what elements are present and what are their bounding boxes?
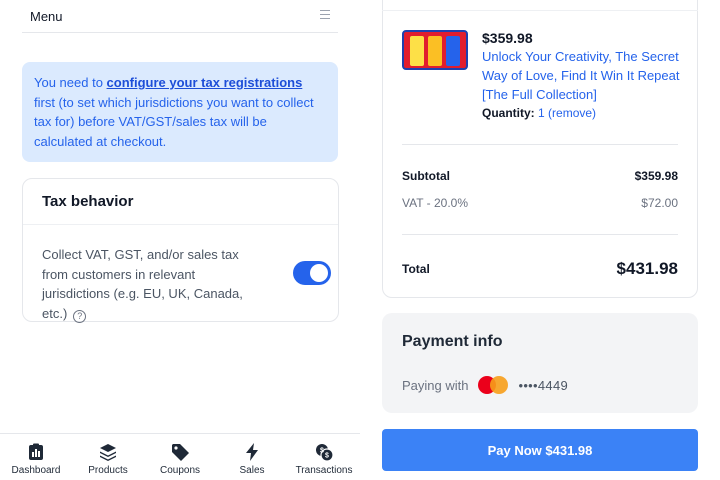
- nav-label: Products: [88, 465, 128, 476]
- subtotal-value: $359.98: [634, 169, 678, 183]
- product-price: $359.98: [482, 30, 533, 46]
- help-icon[interactable]: ?: [73, 309, 87, 323]
- product-title-link[interactable]: Unlock Your Creativity, The Secret Way o…: [482, 47, 682, 104]
- menu-label: Menu: [30, 8, 63, 24]
- subtotal-label: Subtotal: [402, 169, 450, 183]
- vat-row: VAT - 20.0% $72.00: [402, 196, 678, 210]
- settings-panel: Menu You need to configure your tax regi…: [0, 0, 360, 480]
- payment-method-line: Paying with ••••4449: [402, 375, 568, 395]
- checkout-panel: $359.98 Unlock Your Creativity, The Secr…: [360, 0, 720, 480]
- lightning-icon: [246, 443, 258, 461]
- card-top-divider: [382, 10, 698, 11]
- divider: [402, 234, 678, 235]
- remove-link[interactable]: (remove): [548, 106, 596, 120]
- nav-dashboard[interactable]: Dashboard: [0, 434, 72, 480]
- quantity-line: Quantity: 1 (remove): [482, 106, 596, 120]
- payment-info-title: Payment info: [402, 333, 503, 350]
- tax-behavior-description: Collect VAT, GST, and/or sales tax from …: [23, 225, 283, 343]
- tax-registration-notice: You need to configure your tax registrat…: [22, 62, 338, 162]
- vat-value: $72.00: [641, 196, 678, 210]
- svg-text:$: $: [320, 448, 324, 455]
- toggle-knob: [310, 264, 328, 282]
- divider: [402, 144, 678, 145]
- tax-behavior-title: Tax behavior: [23, 179, 338, 225]
- layers-icon: [100, 444, 116, 461]
- paying-with-label: Paying with: [402, 377, 469, 393]
- nav-products[interactable]: Products: [72, 434, 144, 480]
- quantity-label: Quantity:: [482, 106, 535, 120]
- mastercard-icon: [478, 375, 510, 395]
- nav-transactions[interactable]: $ $ Transactions: [288, 434, 360, 480]
- payment-info-card: Payment info Paying with ••••4449: [382, 313, 698, 413]
- notice-suffix: first (to set which jurisdictions you wa…: [34, 94, 314, 149]
- pay-now-button[interactable]: Pay Now $431.98: [382, 429, 698, 471]
- nav-label: Dashboard: [11, 465, 61, 476]
- configure-tax-registrations-link[interactable]: configure your tax registrations: [107, 75, 303, 90]
- tag-icon: [172, 444, 189, 461]
- nav-label: Sales: [239, 465, 265, 476]
- coins-icon: $$: [316, 444, 334, 462]
- product-thumbnail[interactable]: [402, 30, 468, 70]
- total-row: Total $431.98: [402, 259, 678, 279]
- dashboard-icon: [29, 443, 43, 460]
- total-value: $431.98: [616, 259, 678, 278]
- nav-coupons[interactable]: Coupons: [144, 434, 216, 480]
- nav-sales[interactable]: Sales: [216, 434, 288, 480]
- quantity-value: 1: [538, 106, 545, 120]
- card-number: ••••4449: [518, 377, 569, 393]
- bottom-nav: Dashboard Products Coupons Sales $ $ Tran…: [0, 433, 360, 480]
- tax-description-text: Collect VAT, GST, and/or sales tax from …: [42, 247, 243, 321]
- vat-label: VAT - 20.0%: [402, 196, 469, 210]
- svg-text:$: $: [325, 453, 329, 460]
- tax-behavior-card: Tax behavior Collect VAT, GST, and/or sa…: [22, 178, 339, 323]
- collect-tax-toggle[interactable]: [293, 261, 331, 285]
- nav-label: Transactions: [295, 465, 353, 476]
- menu-bar[interactable]: Menu: [22, 0, 338, 33]
- notice-prefix: You need to: [34, 75, 107, 90]
- nav-label: Coupons: [159, 465, 201, 476]
- total-label: Total: [402, 262, 430, 276]
- subtotal-row: Subtotal $359.98: [402, 169, 678, 183]
- hamburger-icon[interactable]: [320, 10, 330, 19]
